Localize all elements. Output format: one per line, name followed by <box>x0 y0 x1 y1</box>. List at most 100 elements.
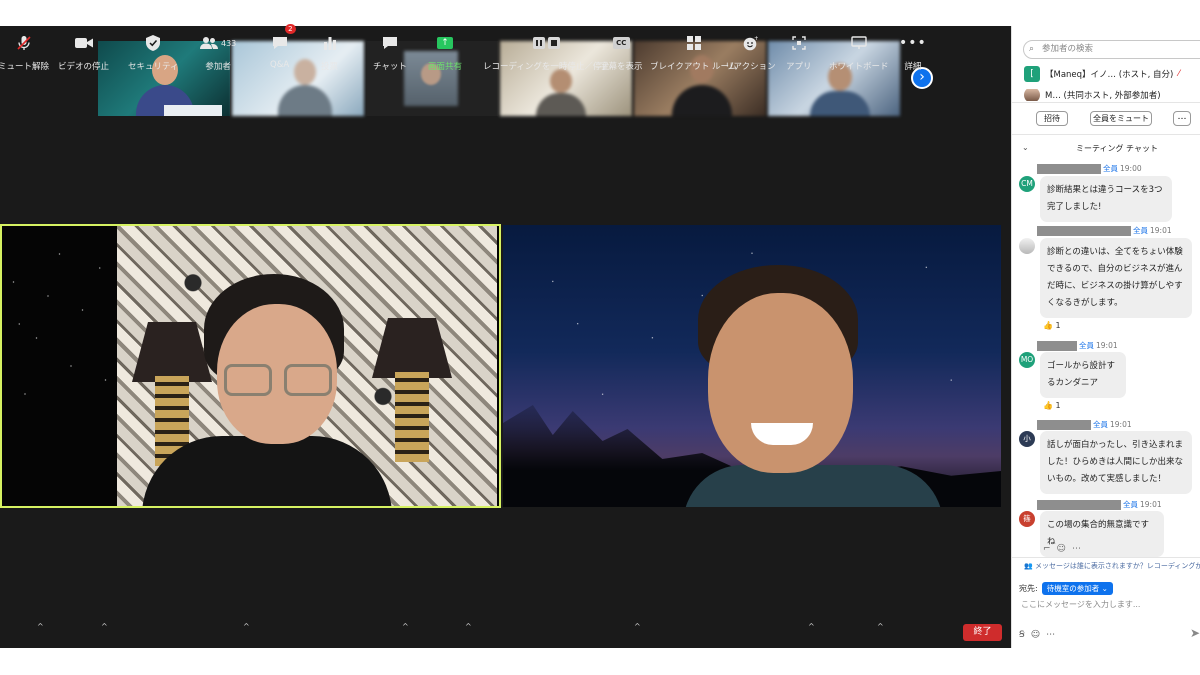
participant-body <box>536 93 586 116</box>
message-recipient: 全員 <box>1093 420 1108 429</box>
sender-avatar: 篠 <box>1019 511 1035 527</box>
whiteboard-button[interactable]: ホワイトボード <box>829 26 889 86</box>
sender-avatar: 小 <box>1019 431 1035 447</box>
more-button[interactable]: ••• 詳細 <box>899 26 927 86</box>
more-dots-icon: ••• <box>899 35 927 51</box>
captions-button[interactable]: CC 字幕を表示 <box>600 26 643 86</box>
starfield-background <box>2 226 117 506</box>
chat-message-input[interactable]: ここにメッセージを入力します... <box>1021 599 1199 615</box>
apps-button[interactable]: アプリ <box>786 26 812 86</box>
meeting-video-area: › ミュート解除 ^ ビデオの停止 ^ セキュリティ 433 参加者 ^ 2 Q… <box>0 24 1011 648</box>
participant-thumbnail[interactable] <box>232 41 364 116</box>
zoom-window: › ミュート解除 ^ ビデオの停止 ^ セキュリティ 433 参加者 ^ 2 Q… <box>0 0 1200 675</box>
share-screen-label: 画面共有 <box>428 62 463 72</box>
search-icon: ⌕ <box>1029 44 1035 54</box>
divider <box>1012 102 1200 103</box>
send-icon[interactable]: ➤ <box>1190 626 1200 640</box>
chevron-up-icon[interactable]: ^ <box>101 622 108 631</box>
end-meeting-button[interactable]: 終了 <box>963 624 1002 641</box>
message-recipient: 全員 <box>1103 164 1118 173</box>
reaction-thumbs-up[interactable]: 👍 1 <box>1043 321 1061 330</box>
participant-row[interactable]: M… (共同ホスト, 外部参加者) <box>1024 89 1200 101</box>
message-time: 19:01 <box>1150 226 1172 235</box>
shield-icon <box>146 26 161 60</box>
participant-row[interactable]: [ 【Maneq】イノ… (ホスト, 自分) ⁄ <box>1024 65 1200 83</box>
recording-button[interactable]: レコーディングを一時停止／停止 <box>483 26 610 86</box>
lamp-base <box>395 372 429 462</box>
chevron-up-icon[interactable]: ^ <box>808 622 815 631</box>
participant-name: 【Maneq】イノ… (ホスト, 自分) <box>1045 70 1174 80</box>
participant-body <box>810 91 870 116</box>
chevron-down-icon[interactable]: ⌄ <box>1022 143 1029 152</box>
redacted-sender <box>1037 499 1121 510</box>
participant-face <box>294 59 316 85</box>
recording-label: レコーディングを一時停止／停止 <box>483 62 610 72</box>
security-button[interactable]: セキュリティ <box>128 26 179 86</box>
reply-icon[interactable]: ⌐ <box>1043 544 1051 554</box>
chevron-up-icon[interactable]: ^ <box>465 622 472 631</box>
chat-message: ゴールから設計するカンダニア <box>1040 352 1126 398</box>
stop-video-label: ビデオの停止 <box>58 62 110 72</box>
format-icon[interactable]: Ꞩ <box>1019 630 1025 640</box>
polls-button[interactable]: 投票 <box>321 26 338 86</box>
more-dots-icon[interactable]: ⋯ <box>1046 630 1055 640</box>
mute-all-button[interactable]: 全員をミュート <box>1090 111 1152 126</box>
chevron-up-icon[interactable]: ^ <box>37 622 44 631</box>
participant-avatar <box>1024 89 1040 101</box>
redacted-sender <box>1037 225 1131 236</box>
smiley-icon: + <box>743 26 758 60</box>
message-visibility-note[interactable]: 👥 メッセージは誰に表示されますか？レコーディングが有効 <box>1024 561 1200 571</box>
message-meta: 全員 19:01 <box>1037 340 1118 351</box>
more-dots-icon[interactable]: ⋯ <box>1072 544 1081 554</box>
chat-label: チャット <box>373 62 407 72</box>
invite-button[interactable]: 招待 <box>1036 111 1068 126</box>
qa-label: Q&A <box>270 60 290 70</box>
reactions-button[interactable]: + リアクション <box>725 26 776 86</box>
more-options-button[interactable]: … <box>1173 111 1191 126</box>
pause-stop-icon <box>532 26 560 60</box>
qa-button[interactable]: 2 Q&A <box>270 24 296 86</box>
message-meta: 全員 19:01 <box>1037 419 1132 430</box>
share-screen-button[interactable]: ↑ 画面共有 <box>428 26 462 86</box>
video-camera-icon <box>74 26 93 60</box>
glasses <box>224 364 272 396</box>
message-meta: 全員 19:01 <box>1037 225 1172 236</box>
active-speaker-video[interactable] <box>0 224 501 508</box>
recipient-select[interactable]: 待機室の参加者 ⌄ <box>1041 582 1113 595</box>
participants-label: 参加者 <box>205 62 231 72</box>
chat-message: 話しが面白かったし、引き込まれました！ひらめきは人間にしか出来ないもの。改めて実… <box>1040 431 1192 494</box>
chevron-up-icon[interactable]: ^ <box>243 622 250 631</box>
participants-icon: 433 <box>200 26 236 60</box>
svg-text:+: + <box>754 36 758 42</box>
participant-body <box>683 465 943 507</box>
bar-chart-icon <box>323 26 337 60</box>
share-screen-icon: ↑ <box>437 26 453 60</box>
participant-video[interactable] <box>503 225 1001 507</box>
microphone-muted-icon <box>16 26 32 60</box>
side-panel: ⌕ 参加者の検索 [ 【Maneq】イノ… (ホスト, 自分) ⁄ M… (共同… <box>1011 26 1200 648</box>
qa-badge: 2 <box>285 24 296 34</box>
chat-button[interactable]: チャット <box>373 26 407 86</box>
qa-icon: 2 <box>272 24 296 60</box>
message-time: 19:01 <box>1096 341 1118 350</box>
chevron-up-icon[interactable]: ^ <box>634 622 641 631</box>
participants-button[interactable]: 433 参加者 <box>200 26 236 86</box>
chat-input-tools: Ꞩ ☺ ⋯ <box>1019 630 1055 640</box>
divider <box>1012 134 1200 135</box>
people-icon: 👥 <box>1024 562 1033 570</box>
sender-avatar: MO <box>1019 352 1035 368</box>
unmute-button[interactable]: ミュート解除 <box>0 26 49 86</box>
participants-count: 433 <box>221 38 237 48</box>
participant-body <box>278 85 332 116</box>
grid-icon <box>686 26 701 60</box>
chat-message: 診断との違いは、全てをちょい体験できるので、自分のビジネスが進んだ時に、ビジネス… <box>1040 238 1192 318</box>
chevron-up-icon[interactable]: ^ <box>877 622 884 631</box>
chevron-up-icon[interactable]: ^ <box>402 622 409 631</box>
apps-label: アプリ <box>786 62 812 72</box>
emoji-icon[interactable]: ☺ <box>1031 630 1040 640</box>
participant-search-input[interactable]: ⌕ 参加者の検索 <box>1023 40 1200 59</box>
emoji-icon[interactable]: ☺ <box>1057 544 1066 554</box>
message-meta: 全員 19:00 <box>1037 163 1142 174</box>
stop-video-button[interactable]: ビデオの停止 <box>58 26 109 86</box>
reaction-thumbs-up[interactable]: 👍 1 <box>1043 401 1061 410</box>
